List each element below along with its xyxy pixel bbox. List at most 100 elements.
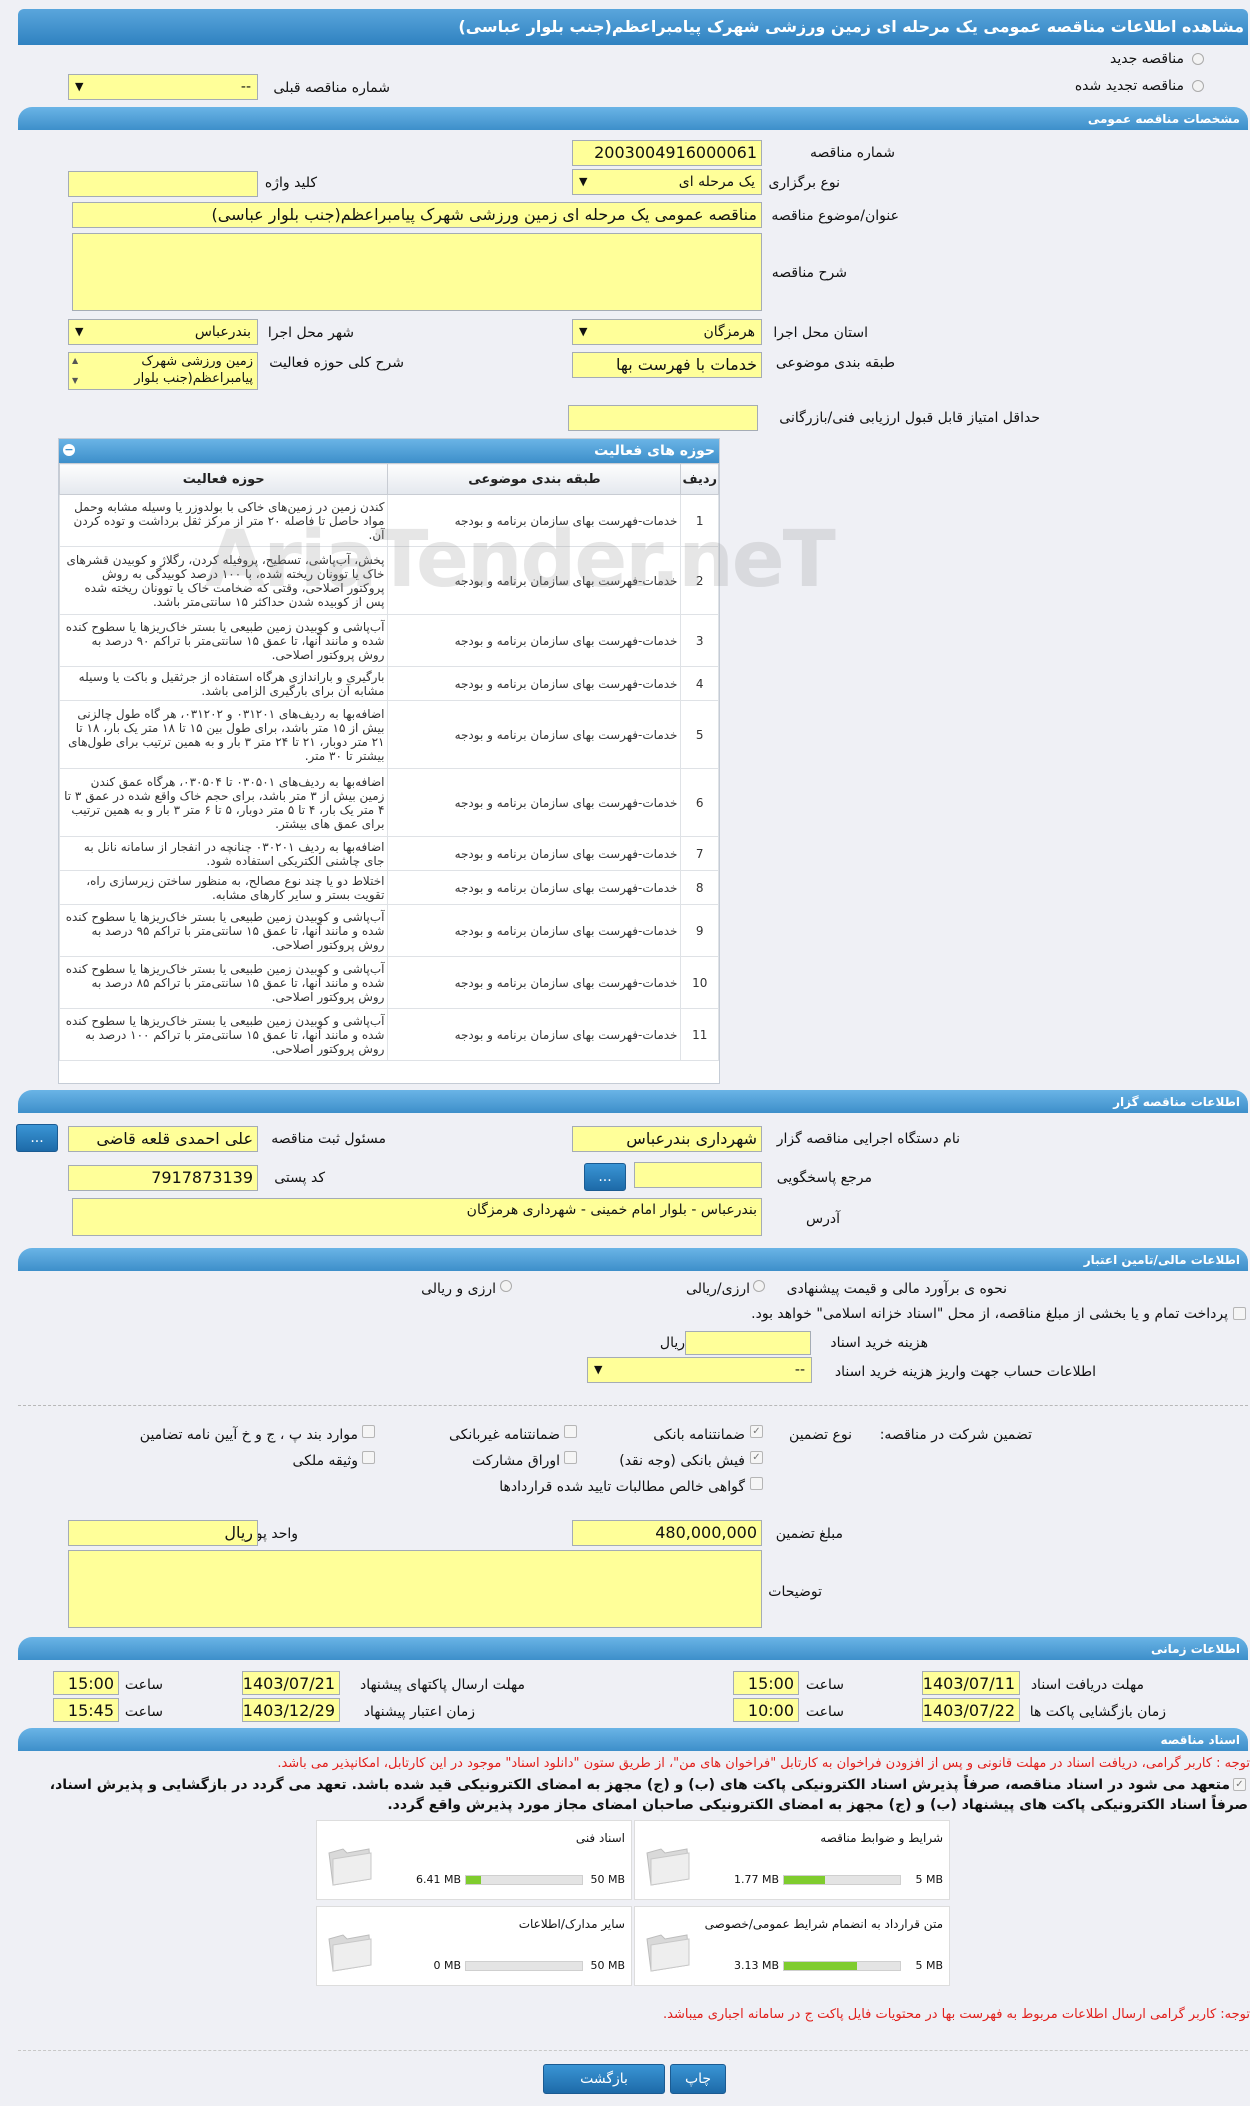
radio-currency-and-rial[interactable]	[500, 1280, 512, 1292]
guarantee-bonds-checkbox[interactable]	[564, 1451, 577, 1464]
validity-time[interactable]: 15:45	[53, 1698, 119, 1722]
radio-new-label: مناقصه جدید	[1109, 51, 1184, 67]
download-notice: توجه : کاربر گرامی، دریافت اسناد در مهلت…	[277, 1756, 1250, 1771]
folder-icon	[646, 1848, 690, 1886]
guarantee-cash-label: فیش بانکی (وجه نقد)	[619, 1453, 745, 1469]
scope-label: شرح کلی حوزه فعالیت	[269, 355, 404, 371]
guarantee-items-label: موارد بند پ ، ج و خ آیین نامه تضامین	[139, 1427, 358, 1443]
doc-card-progress-fill	[466, 1876, 482, 1884]
notes-textarea[interactable]	[68, 1550, 762, 1628]
table-row: 3 خدمات-فهرست بهای سازمان برنامه و بودجه آ…	[58, 614, 719, 667]
row-category-cell: خدمات-فهرست بهای سازمان برنامه و بودجه	[387, 836, 682, 871]
doc-card[interactable]: سایر مدارک/اطلاعات 50 MB 0 MB	[316, 1906, 632, 1986]
scope-textarea[interactable]: زمین ورزشی شهرک پیامبراعظم(جنب بلوار	[68, 352, 258, 390]
guarantee-nonbank-checkbox[interactable]	[564, 1425, 577, 1438]
radio-currency-rial[interactable]	[753, 1280, 765, 1292]
category-field[interactable]: خدمات با فهرست بها	[572, 352, 762, 378]
province-select[interactable]: هرمزگان ▼	[572, 319, 762, 345]
min-score-label: حداقل امتیاز قابل قبول ارزیابی فنی/بازرگ…	[779, 410, 1040, 426]
page-title: مشاهده اطلاعات مناقصه عمومی یک مرحله ای …	[18, 9, 1248, 45]
receive-docs-time[interactable]: 15:00	[733, 1671, 799, 1695]
guarantee-claims-label: گواهی خالص مطالبات تایید شده قراردادها	[499, 1479, 745, 1495]
validity-date[interactable]: 1403/12/29	[242, 1698, 340, 1722]
table-row: 4 خدمات-فهرست بهای سازمان برنامه و بودجه ب…	[58, 666, 719, 701]
back-button[interactable]: بازگشت	[543, 2064, 665, 2094]
chevron-down-icon: ▼	[75, 80, 84, 93]
receive-docs-date[interactable]: 1403/07/11	[922, 1671, 1020, 1695]
opening-date[interactable]: 1403/07/22	[922, 1698, 1020, 1722]
row-category-cell: خدمات-فهرست بهای سازمان برنامه و بودجه	[387, 870, 682, 905]
subject-label: عنوان/موضوع مناقصه	[771, 208, 899, 224]
radio-renew[interactable]	[1192, 80, 1204, 92]
print-button[interactable]: چاپ	[670, 2064, 726, 2094]
folder-icon	[328, 1934, 372, 1972]
doc-card-title: متن قرارداد به انضمام شرایط عمومی/خصوصی	[704, 1917, 943, 1931]
city-select[interactable]: بندرعباس ▼	[68, 319, 258, 345]
doc-card-used: 6.41 MB	[415, 1873, 461, 1886]
responsible-lookup-button[interactable]: ...	[16, 1124, 58, 1152]
commit-checkbox[interactable]: ✓	[1233, 1778, 1246, 1791]
guarantee-items-checkbox[interactable]	[362, 1425, 375, 1438]
guarantee-property-checkbox[interactable]	[362, 1451, 375, 1464]
description-textarea[interactable]	[72, 233, 762, 311]
table-row: 5 خدمات-فهرست بهای سازمان برنامه و بودجه ا…	[58, 700, 719, 769]
org-name-field[interactable]: شهرداری بندرعباس	[572, 1126, 762, 1152]
collapse-icon[interactable]: −	[63, 444, 75, 456]
city-label: شهر محل اجرا	[267, 325, 354, 341]
doc-card-used: 3.13 MB	[733, 1959, 779, 1972]
section-timing-header: اطلاعات زمانی	[18, 1637, 1248, 1660]
radio-currency-and-rial-label: ارزی و ریالی	[421, 1281, 496, 1297]
price-list-notice: توجه: کاربر گرامی ارسال اطلاعات مربوط به…	[663, 2007, 1250, 2022]
prev-number-select[interactable]: -- ▼	[68, 74, 258, 100]
guarantee-amount-label: مبلغ تضمین	[775, 1526, 843, 1542]
account-select[interactable]: -- ▼	[587, 1357, 812, 1383]
col-category-header: طبقه بندی موضوعی	[387, 463, 682, 495]
opening-time[interactable]: 10:00	[733, 1698, 799, 1722]
scroll-up-icon[interactable]: ▲	[72, 356, 78, 365]
table-row: 8 خدمات-فهرست بهای سازمان برنامه و بودجه ا…	[58, 870, 719, 905]
guarantee-bank-label: ضمانتنامه بانکی	[653, 1427, 745, 1443]
province-label: استان محل اجرا	[773, 325, 868, 341]
guarantee-bank-checkbox[interactable]: ✓	[750, 1425, 763, 1438]
doc-card[interactable]: شرایط و ضوابط مناقصه 5 MB 1.77 MB	[634, 1820, 950, 1900]
treasury-checkbox[interactable]	[1233, 1307, 1246, 1320]
account-label: اطلاعات حساب جهت واریز هزینه خرید اسناد	[834, 1364, 1096, 1380]
holding-type-label: نوع برگزاری	[768, 175, 840, 191]
postal-code-field[interactable]: 7917873139	[68, 1165, 258, 1191]
guarantee-cash-checkbox[interactable]: ✓	[750, 1451, 763, 1464]
reference-lookup-button[interactable]: ...	[584, 1163, 626, 1191]
doc-card[interactable]: اسناد فنی 50 MB 6.41 MB	[316, 1820, 632, 1900]
keyword-field[interactable]	[68, 171, 258, 197]
responsible-field[interactable]: علی احمدی قلعه قاضی	[68, 1126, 258, 1152]
radio-new[interactable]	[1192, 53, 1204, 65]
guarantee-amount-field[interactable]: 480,000,000	[572, 1520, 762, 1546]
section-organizer-header: اطلاعات مناقصه گزار	[18, 1090, 1248, 1113]
doc-card-progress	[465, 1961, 583, 1971]
validity-label: زمان اعتبار پیشنهاد	[363, 1704, 475, 1720]
row-activity-cell: اضافه‌بها به ردیف‌های ۰۳۱۲۰۱ و ۰۳۱۲۰۲، ه…	[58, 700, 389, 769]
holding-type-select[interactable]: یک مرحله ای ▼	[572, 169, 762, 195]
row-activity-cell: اختلاط دو یا چند نوع مصالح، به منظور ساخ…	[58, 870, 389, 905]
min-score-field[interactable]	[568, 405, 758, 431]
scroll-down-icon[interactable]: ▼	[72, 376, 78, 385]
commit-text-2: صرفاً اسناد الکترونیکی پاکت های پیشنهاد …	[387, 1797, 1248, 1813]
send-offers-time[interactable]: 15:00	[53, 1671, 119, 1695]
row-number-cell: 9	[680, 904, 719, 957]
org-name-label: نام دستگاه اجرایی مناقصه گزار	[776, 1131, 960, 1147]
radio-renew-label: مناقصه تجدید شده	[1074, 78, 1184, 94]
reference-field[interactable]	[634, 1162, 762, 1188]
currency-field[interactable]: ریال	[68, 1520, 258, 1546]
doc-card-title: شرایط و ضوابط مناقصه	[820, 1831, 943, 1845]
address-field[interactable]: بندرعباس - بلوار امام خمینی - شهرداری هر…	[72, 1198, 762, 1236]
row-number-cell: 7	[680, 836, 719, 871]
send-offers-date[interactable]: 1403/07/21	[242, 1671, 340, 1695]
subject-field[interactable]: مناقصه عمومی یک مرحله ای زمین ورزشی شهرک…	[72, 202, 762, 228]
row-category-cell: خدمات-فهرست بهای سازمان برنامه و بودجه	[387, 904, 682, 957]
guarantee-claims-checkbox[interactable]	[750, 1477, 763, 1490]
table-row: 6 خدمات-فهرست بهای سازمان برنامه و بودجه ا…	[58, 768, 719, 837]
chevron-down-icon: ▼	[579, 325, 588, 338]
tender-number-field[interactable]: 2003004916000061	[572, 140, 762, 166]
row-number-cell: 5	[680, 700, 719, 769]
doc-card[interactable]: متن قرارداد به انضمام شرایط عمومی/خصوصی 5…	[634, 1906, 950, 1986]
doc-cost-field[interactable]	[685, 1331, 811, 1355]
